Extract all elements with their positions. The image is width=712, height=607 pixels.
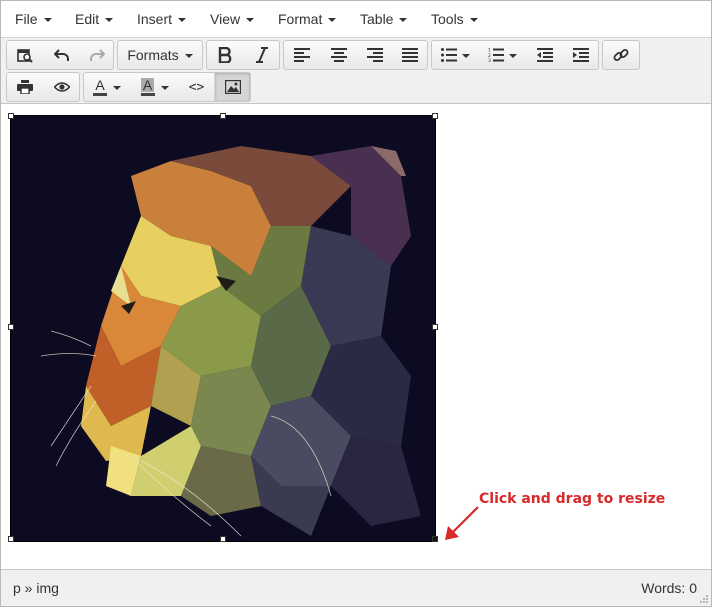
menu-file-label: File — [15, 11, 38, 27]
text-color-button[interactable]: A — [84, 73, 130, 101]
chevron-down-icon — [461, 53, 470, 58]
align-right-button[interactable] — [356, 41, 392, 69]
outdent-button[interactable] — [526, 41, 562, 69]
align-center-icon — [330, 48, 347, 62]
toolbar: Formats 1 2 3 A A <> — [1, 38, 711, 104]
menu-insert[interactable]: Insert — [137, 1, 187, 37]
align-left-button[interactable] — [284, 41, 320, 69]
tiger-illustration — [11, 116, 435, 541]
resize-handle-e[interactable] — [432, 324, 438, 330]
align-right-icon — [366, 48, 383, 62]
link-icon — [613, 47, 629, 63]
resize-handle-nw[interactable] — [8, 113, 14, 119]
preview-icon — [53, 81, 70, 93]
italic-icon — [255, 47, 269, 63]
menu-format-label: Format — [278, 11, 323, 27]
resize-handle-sw[interactable] — [8, 536, 14, 542]
toolbar-group-style — [206, 40, 280, 70]
chevron-down-icon — [469, 17, 478, 22]
resize-annotation: Click and drag to resize — [479, 491, 666, 507]
statusbar: p » img Words: 0 — [1, 569, 711, 606]
formats-label: Formats — [127, 47, 179, 63]
italic-button[interactable] — [243, 41, 279, 69]
menu-insert-label: Insert — [137, 11, 173, 27]
chevron-down-icon — [178, 17, 187, 22]
svg-text:1: 1 — [488, 48, 491, 54]
outdent-icon — [536, 48, 553, 62]
resize-handle-s[interactable] — [220, 536, 226, 542]
chevron-down-icon — [509, 53, 517, 58]
menu-file[interactable]: File — [15, 1, 52, 37]
redo-icon — [89, 47, 105, 63]
menu-table-label: Table — [360, 11, 394, 27]
menubar: File Edit Insert View Format Table Tools — [1, 1, 711, 38]
toolbar-group-align — [283, 40, 428, 70]
menu-edit-label: Edit — [75, 11, 100, 27]
numbered-list-icon: 123 — [488, 48, 504, 62]
resize-grip-icon[interactable] — [699, 594, 709, 604]
bullet-list-button[interactable] — [432, 41, 478, 69]
chevron-down-icon — [160, 85, 169, 90]
background-color-icon: A — [140, 77, 155, 96]
chevron-down-icon — [328, 17, 337, 22]
image-button[interactable] — [214, 73, 250, 101]
print-button[interactable] — [7, 73, 43, 101]
chevron-down-icon — [184, 53, 193, 58]
preview-find-icon — [17, 47, 33, 63]
menu-view[interactable]: View — [210, 1, 255, 37]
toolbar-group-color: A A <> — [83, 72, 251, 102]
resize-handle-ne[interactable] — [432, 113, 438, 119]
preview-find-button[interactable] — [7, 41, 43, 69]
align-justify-button[interactable] — [392, 41, 427, 69]
text-color-glyph: A — [95, 77, 105, 93]
undo-icon — [53, 47, 70, 63]
image-icon — [224, 80, 241, 94]
resize-handle-n[interactable] — [220, 113, 226, 119]
bold-icon — [218, 47, 232, 63]
bullet-list-icon — [440, 48, 457, 62]
indent-icon — [572, 48, 589, 62]
toolbar-group-history — [6, 40, 114, 70]
svg-text:3: 3 — [488, 58, 491, 62]
source-code-button[interactable]: <> — [178, 73, 214, 101]
formats-dropdown[interactable]: Formats — [118, 41, 202, 69]
rich-text-editor: File Edit Insert View Format Table Tools… — [0, 0, 712, 607]
align-justify-icon — [402, 48, 418, 62]
resize-handle-se[interactable] — [432, 536, 438, 542]
text-color-icon: A — [93, 78, 107, 96]
menu-table[interactable]: Table — [360, 1, 408, 37]
menu-edit[interactable]: Edit — [75, 1, 114, 37]
word-count: Words: 0 — [641, 580, 697, 596]
numbered-list-button[interactable]: 123 — [478, 41, 526, 69]
undo-button[interactable] — [43, 41, 79, 69]
menu-tools[interactable]: Tools — [431, 1, 478, 37]
resize-handle-w[interactable] — [8, 324, 14, 330]
menu-format[interactable]: Format — [278, 1, 337, 37]
tiger-image[interactable] — [10, 115, 436, 542]
menu-view-label: View — [210, 11, 241, 27]
source-code-icon: <> — [188, 79, 205, 95]
indent-button[interactable] — [562, 41, 598, 69]
bold-button[interactable] — [207, 41, 243, 69]
background-color-button[interactable]: A — [130, 73, 178, 101]
print-icon — [17, 80, 33, 94]
chevron-down-icon — [113, 85, 121, 90]
menu-tools-label: Tools — [431, 11, 464, 27]
chevron-down-icon — [399, 17, 408, 22]
annotation-arrow-icon — [445, 506, 479, 540]
element-path[interactable]: p » img — [13, 580, 59, 596]
toolbar-group-print — [6, 72, 80, 102]
link-button[interactable] — [603, 41, 639, 69]
chevron-down-icon — [43, 17, 52, 22]
toolbar-group-link — [602, 40, 640, 70]
chevron-down-icon — [105, 17, 114, 22]
align-center-button[interactable] — [320, 41, 356, 69]
preview-button[interactable] — [43, 73, 79, 101]
chevron-down-icon — [246, 17, 255, 22]
toolbar-group-lists: 123 — [431, 40, 599, 70]
align-left-icon — [294, 48, 310, 62]
formats-group: Formats — [117, 40, 203, 70]
background-color-glyph: A — [140, 77, 155, 93]
redo-button[interactable] — [79, 41, 113, 69]
